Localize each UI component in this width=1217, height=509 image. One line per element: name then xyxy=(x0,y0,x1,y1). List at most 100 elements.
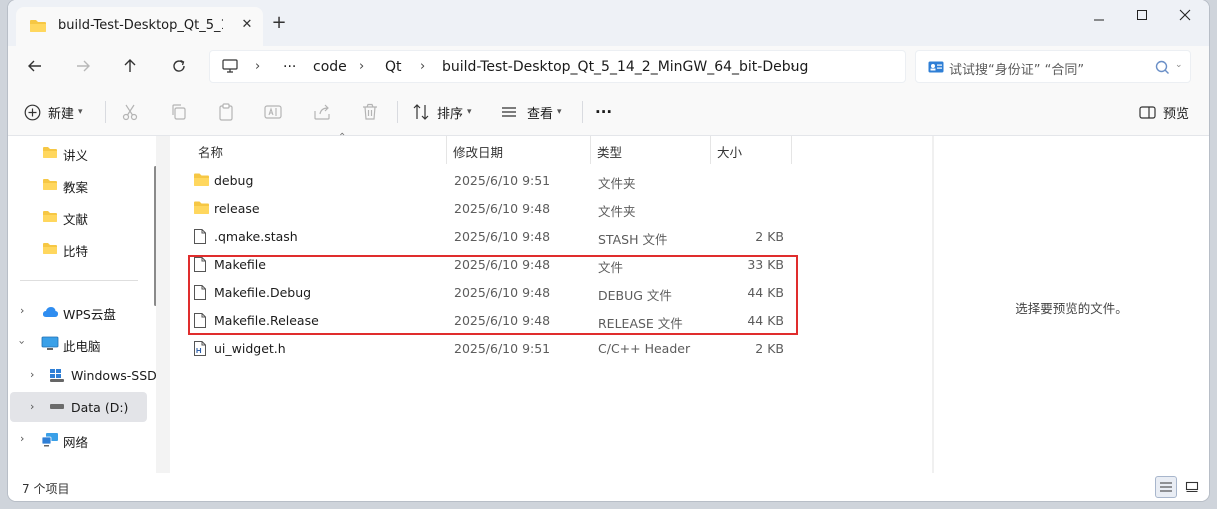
nav-label: WPS云盘 xyxy=(63,307,116,322)
share-icon[interactable] xyxy=(312,102,332,122)
nav-label: 文献 xyxy=(63,212,89,227)
nav-item-wenxian[interactable]: 文献 xyxy=(8,201,156,231)
maximize-button[interactable] xyxy=(1122,5,1162,27)
back-button[interactable] xyxy=(23,55,47,77)
sort-label: 排序 xyxy=(437,106,464,122)
search-placeholder: 试试搜“身份证” “合同” xyxy=(949,63,1085,78)
chevron-down-icon: ▾ xyxy=(78,107,83,117)
chevron-right-icon[interactable]: › xyxy=(20,304,24,317)
nav-item-windows-ssd[interactable]: › Windows-SSD xyxy=(8,360,156,390)
file-date: 2025/6/10 9:48 xyxy=(454,201,551,216)
search-input[interactable]: 试试搜“身份证” “合同” ⌄ xyxy=(915,50,1191,83)
maximize-icon xyxy=(1137,10,1147,20)
details-view-button[interactable] xyxy=(1155,476,1177,498)
address-bar[interactable]: › ··· code › Qt › build-Test-Desktop_Qt_… xyxy=(209,50,906,83)
file-date: 2025/6/10 9:48 xyxy=(454,229,551,244)
view-button[interactable]: 查看 ▾ xyxy=(500,100,562,124)
sort-icon xyxy=(413,104,429,120)
minimize-button[interactable] xyxy=(1079,5,1119,27)
breadcrumb-qt[interactable]: Qt xyxy=(385,59,402,75)
preview-pane-icon xyxy=(1139,105,1156,119)
file-name: ui_widget.h xyxy=(214,341,286,356)
chevron-right-icon[interactable]: › xyxy=(30,400,34,413)
nav-label: Data (D:) xyxy=(71,400,129,415)
folder-icon xyxy=(30,20,46,32)
new-tab-button[interactable]: + xyxy=(270,14,288,32)
close-tab-icon[interactable]: ✕ xyxy=(238,16,256,34)
plus-circle-icon xyxy=(24,104,41,120)
chevron-down-icon: ▾ xyxy=(467,107,472,117)
nav-item-data-drive[interactable]: › Data (D:) xyxy=(10,392,147,422)
refresh-button[interactable] xyxy=(167,55,191,77)
nav-item-bite[interactable]: 比特 xyxy=(8,233,156,263)
chevron-right-icon: › xyxy=(255,59,261,74)
column-separator[interactable] xyxy=(791,136,792,164)
tiles-view-icon xyxy=(1185,481,1199,493)
close-icon xyxy=(1179,9,1191,21)
title-bar: build-Test-Desktop_Qt_5_14_2_MinGW_64_bi… xyxy=(8,0,1209,46)
table-row[interactable]: .qmake.stash 2025/6/10 9:48 STASH 文件 2 K… xyxy=(184,223,798,251)
delete-icon[interactable] xyxy=(360,102,380,122)
rename-icon[interactable] xyxy=(263,102,283,122)
copy-icon[interactable] xyxy=(169,102,189,122)
nav-label: 比特 xyxy=(63,244,89,259)
nav-item-this-pc[interactable]: › 此电脑 xyxy=(8,328,156,358)
command-bar: 新建 ▾ 排序 ▾ 查看 ▾ ··· 预览 xyxy=(8,88,1209,136)
chevron-right-icon[interactable]: › xyxy=(30,368,34,381)
sort-up-icon: ⌃ xyxy=(338,132,347,143)
table-row[interactable]: ui_widget.h 2025/6/10 9:51 C/C++ Header … xyxy=(184,335,798,363)
breadcrumb-code[interactable]: code xyxy=(313,59,347,75)
chevron-right-icon[interactable]: › xyxy=(20,432,24,445)
file-icon xyxy=(194,229,206,244)
column-header-size[interactable]: 大小 xyxy=(711,136,791,164)
cut-icon[interactable] xyxy=(120,102,140,122)
chevron-right-icon[interactable]: › xyxy=(790,59,795,74)
view-label: 查看 xyxy=(527,106,554,122)
column-header-name[interactable]: 名称 ⌃ xyxy=(190,132,442,164)
sort-button[interactable]: 排序 ▾ xyxy=(412,100,472,124)
chevron-down-icon: ▾ xyxy=(557,107,562,117)
status-bar: 7 个项目 xyxy=(8,473,1209,501)
preview-label: 预览 xyxy=(1163,106,1190,122)
more-options-button[interactable]: ··· xyxy=(595,100,612,124)
forward-button[interactable] xyxy=(71,55,95,77)
folder-icon xyxy=(43,211,57,222)
table-row[interactable]: debug 2025/6/10 9:51 文件夹 xyxy=(184,167,798,195)
chevron-down-icon[interactable]: › xyxy=(16,340,29,344)
minimize-icon xyxy=(1094,19,1104,21)
preview-button[interactable]: 预览 xyxy=(1139,100,1189,124)
nav-item-jiangyi[interactable]: 讲义 xyxy=(8,137,156,167)
file-date: 2025/6/10 9:51 xyxy=(454,173,551,188)
breadcrumb-build-folder[interactable]: build-Test-Desktop_Qt_5_14_2_MinGW_64_bi… xyxy=(442,59,808,75)
nav-item-jiaoan[interactable]: 教案 xyxy=(8,169,156,199)
new-button[interactable]: 新建 ▾ xyxy=(24,100,83,124)
preview-message: 选择要预览的文件。 xyxy=(1015,301,1128,316)
column-header-date[interactable]: 修改日期 xyxy=(447,136,589,164)
nav-label: 网络 xyxy=(63,435,89,450)
windows-drive-icon xyxy=(50,369,64,382)
tab-title: build-Test-Desktop_Qt_5_14_2_MinGW_64_bi… xyxy=(58,18,223,33)
up-button[interactable] xyxy=(118,55,142,77)
pane-splitter[interactable] xyxy=(156,136,170,473)
breadcrumb-more[interactable]: ··· xyxy=(283,59,296,75)
computer-icon xyxy=(41,336,59,350)
paste-icon[interactable] xyxy=(216,102,236,122)
toolbar-divider xyxy=(582,101,583,123)
monitor-icon xyxy=(222,59,238,73)
file-list: 名称 ⌃ 修改日期 类型 大小 debug 2025/6/10 9:51 文件夹… xyxy=(170,132,932,473)
id-card-icon xyxy=(928,61,944,73)
tab-current-folder[interactable]: build-Test-Desktop_Qt_5_14_2_MinGW_64_bi… xyxy=(16,7,263,46)
nav-item-network[interactable]: › 网络 xyxy=(8,424,156,454)
column-header-type[interactable]: 类型 xyxy=(591,136,709,164)
file-name: .qmake.stash xyxy=(214,229,298,244)
folder-icon xyxy=(43,179,57,190)
table-row[interactable]: release 2025/6/10 9:48 文件夹 xyxy=(184,195,798,223)
chevron-down-icon[interactable]: ⌄ xyxy=(1175,60,1183,70)
nav-item-wps-cloud[interactable]: › WPS云盘 xyxy=(8,296,156,326)
refresh-icon xyxy=(173,59,185,72)
file-name: debug xyxy=(214,173,254,188)
close-window-button[interactable] xyxy=(1165,5,1205,27)
search-icon[interactable] xyxy=(1155,60,1170,75)
navigation-pane: 讲义 教案 文献 比特 › WPS云盘 › 此电脑 › Windows-SSD … xyxy=(8,136,156,473)
tiles-view-button[interactable] xyxy=(1181,476,1203,498)
